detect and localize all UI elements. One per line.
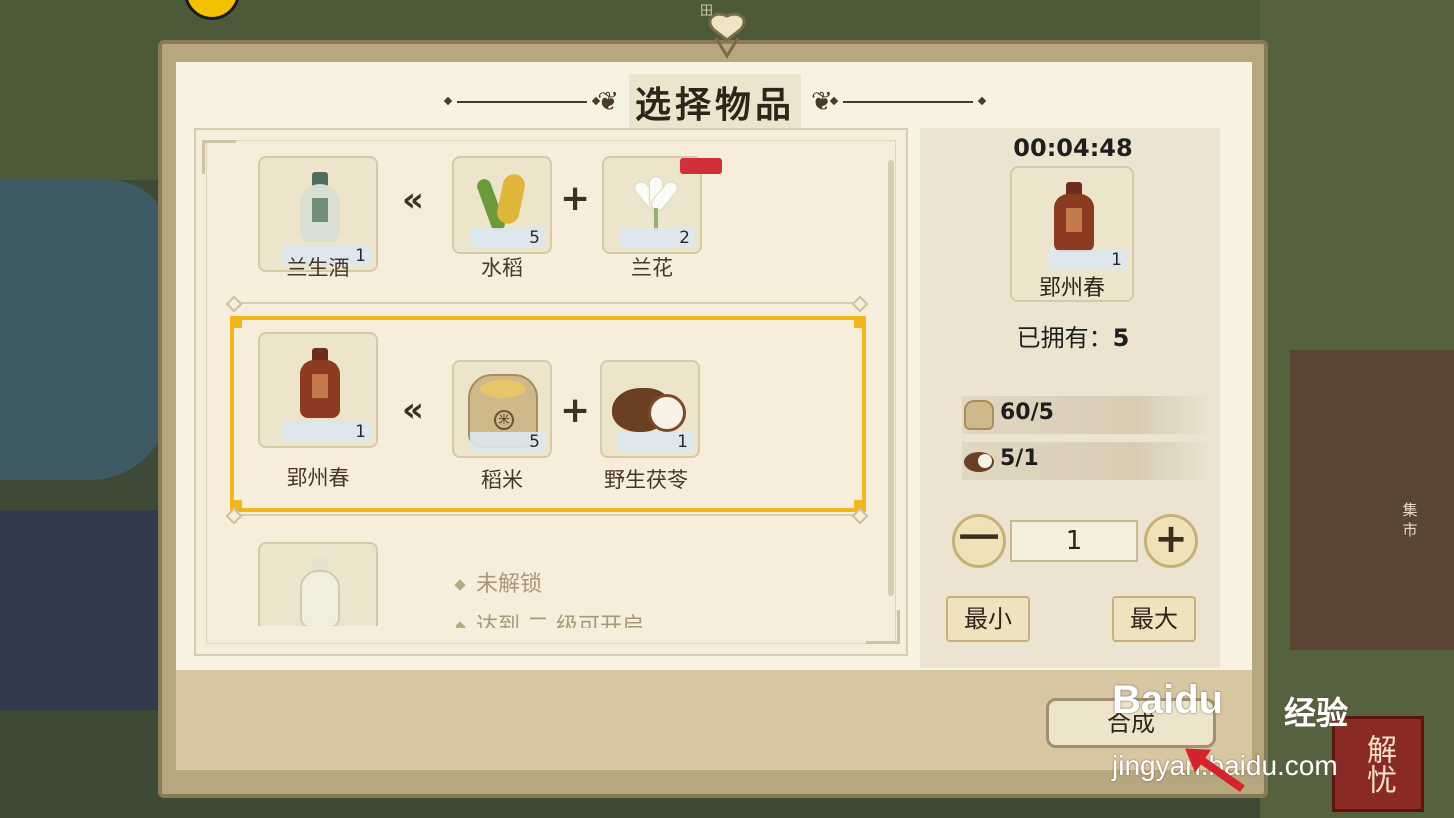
chevron-left-icon: « (402, 390, 424, 430)
map-building-left (0, 510, 170, 710)
requirement-text: 60/5 (1000, 400, 1054, 425)
swirl-right-icon: ❦ (811, 87, 833, 117)
decrease-quantity-button[interactable]: 一 (952, 514, 1006, 568)
baidu-logo: Baidu (1112, 678, 1224, 722)
title-divider-right (842, 101, 973, 103)
owned-count: 已拥有：5 (1000, 318, 1146, 353)
item-name: 郢州春 (286, 466, 350, 490)
item-slot: 米 5 (452, 360, 552, 458)
map-market-stall (1290, 350, 1454, 650)
requirement-row: 5/1 (962, 442, 1212, 480)
owned-value: 5 (1112, 324, 1130, 352)
poria-icon (964, 452, 994, 472)
quantity-field[interactable]: 1 (1010, 520, 1138, 562)
poria-icon (612, 384, 688, 436)
item-slot: 5 (452, 156, 552, 254)
item-name: 兰生酒 (286, 256, 350, 280)
locked-hint: 达到 二 级可开启 (456, 612, 644, 628)
recipe-list-scrollbar[interactable] (888, 160, 894, 596)
item-name: 兰花 (631, 256, 673, 280)
item-name: 野生茯苓 (604, 468, 688, 492)
recipe-divider (230, 514, 864, 516)
item-count: 5 (470, 432, 546, 452)
craft-timer: 00:04:48 (1013, 134, 1133, 162)
recipe-2-ingredient-2[interactable]: 1 野生茯苓 (600, 360, 728, 510)
white-wine-jar-icon (300, 558, 340, 626)
item-slot: 1 (258, 332, 378, 448)
corner-ornament-icon (866, 610, 900, 644)
item-count: 1 (618, 432, 694, 452)
item-name: 稻米 (481, 468, 523, 492)
plus-icon: + (560, 178, 591, 219)
recipe-1-ingredient-2[interactable]: 2 兰花 (602, 156, 730, 310)
owned-label: 已拥有： (1016, 324, 1113, 352)
recipe-1-product[interactable]: 1 兰生酒 (258, 156, 386, 310)
requirement-text: 5/1 (1000, 446, 1039, 471)
item-name: 水稻 (481, 256, 523, 280)
recipe-2-product[interactable]: 1 郢州春 (258, 332, 386, 490)
chevron-left-icon: « (402, 180, 424, 220)
swirl-left-icon: ❦ (597, 87, 619, 117)
locked-hint-text: 达到 二 级可开启 (476, 614, 644, 628)
item-count: 1 (282, 422, 372, 442)
new-tag-badge (680, 158, 722, 174)
watermark-label: 经验 (1284, 694, 1349, 732)
dialog-title-row: ❦ 选择物品 ❦ (440, 74, 990, 130)
title-divider-left (457, 101, 588, 103)
item-count: 1 (1048, 250, 1128, 270)
item-slot (258, 542, 378, 626)
yingzhou-wine-jar-icon (300, 348, 340, 420)
item-slot: 1 (600, 360, 700, 458)
orchid-flower-icon (630, 172, 682, 232)
locked-status-text: 未解锁 (476, 572, 543, 597)
item-count: 2 (620, 228, 696, 248)
knot-ornament-icon (708, 12, 746, 59)
rice-sack-icon (964, 400, 994, 430)
max-quantity-button[interactable]: 最大 (1112, 596, 1196, 642)
yingzhou-wine-jar-icon (1054, 182, 1094, 254)
corner-ornament-icon (202, 140, 236, 174)
item-count: 5 (470, 228, 546, 248)
rice-plant-icon (475, 172, 532, 236)
detail-item-name: 郢州春 (1038, 276, 1105, 301)
recipe-3-product[interactable] (258, 542, 386, 626)
requirement-row: 60/5 (962, 396, 1212, 434)
dialog-title: 选择物品 (628, 74, 801, 130)
min-quantity-button[interactable]: 最小 (946, 596, 1030, 642)
orchid-wine-jar-icon (300, 172, 340, 244)
market-label: 集市 (1402, 501, 1418, 539)
locked-status: 未解锁 (454, 566, 543, 598)
plus-icon: + (560, 390, 591, 431)
recipe-2-ingredient-1[interactable]: 米 5 稻米 (452, 360, 580, 510)
increase-quantity-button[interactable]: + (1144, 514, 1198, 568)
map-lake (0, 180, 170, 480)
recipe-divider (230, 302, 864, 304)
